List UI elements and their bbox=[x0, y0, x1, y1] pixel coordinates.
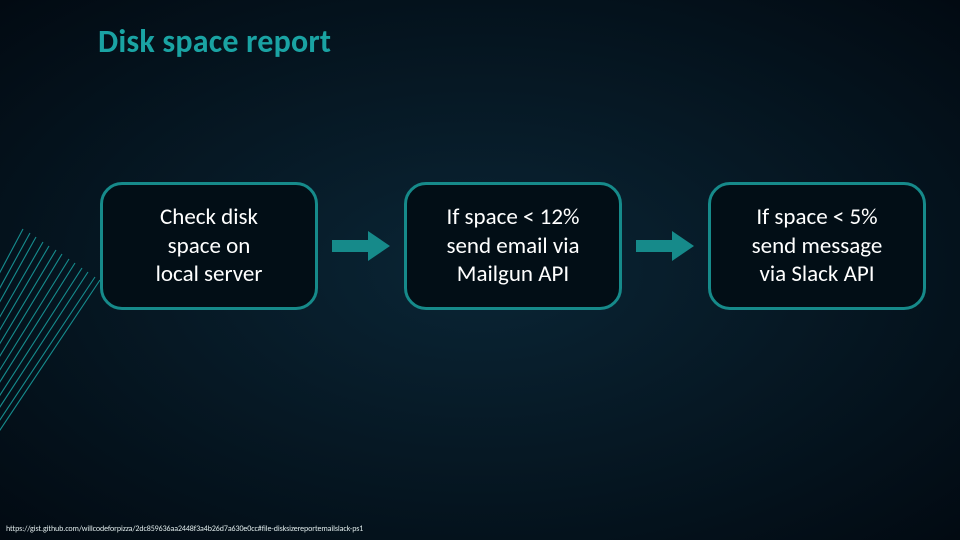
step-box-3: If space < 5% send message via Slack API bbox=[708, 182, 926, 310]
step-box-1: Check disk space on local server bbox=[100, 182, 318, 310]
step-2-line-2: send email via bbox=[446, 232, 579, 261]
arrow-right-icon bbox=[636, 231, 694, 261]
step-3-line-1: If space < 5% bbox=[756, 203, 877, 232]
arrow-right-icon bbox=[332, 231, 390, 261]
page-title: Disk space report bbox=[98, 22, 331, 61]
step-3-line-2: send message bbox=[752, 232, 883, 261]
step-box-2: If space < 12% send email via Mailgun AP… bbox=[404, 182, 622, 310]
step-1-line-1: Check disk bbox=[160, 203, 258, 232]
step-1-line-2: space on bbox=[168, 232, 251, 261]
step-1-line-3: local server bbox=[156, 260, 263, 289]
footer-source-url: https://gist.github.com/willcodeforpizza… bbox=[6, 524, 363, 534]
step-3-line-3: via Slack API bbox=[759, 260, 874, 289]
step-2-line-3: Mailgun API bbox=[457, 260, 569, 289]
flow-diagram: Check disk space on local server If spac… bbox=[100, 182, 940, 310]
step-2-line-1: If space < 12% bbox=[447, 203, 580, 232]
